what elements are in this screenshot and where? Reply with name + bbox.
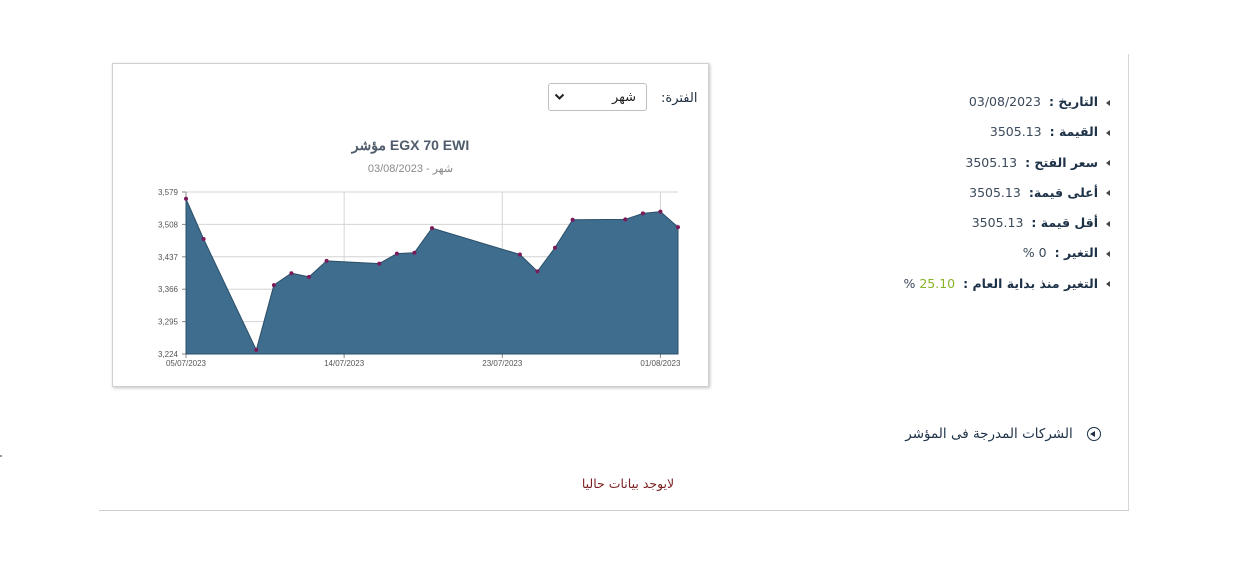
info-value: 03/08/2023 bbox=[968, 94, 1041, 109]
info-label: التغير منذ بداية العام : bbox=[963, 275, 1098, 291]
y-tick-label: 3,579 bbox=[158, 188, 179, 197]
frame-right-border bbox=[1128, 54, 1129, 510]
data-point bbox=[289, 271, 294, 276]
info-value: 0 bbox=[1038, 245, 1047, 261]
x-tick-label: 14/07/2023 bbox=[324, 359, 365, 368]
chart-area: 3,579 3,508 3,437 3,366 3,295 3,22405/07/2023… bbox=[158, 188, 681, 368]
bullet-icon bbox=[1106, 220, 1110, 227]
data-point bbox=[640, 211, 645, 216]
data-point bbox=[201, 237, 206, 241]
listed-companies-toggle[interactable]: الشركات المدرجة فى المؤشر bbox=[905, 426, 1101, 442]
y-tick-label: 3,508 bbox=[158, 220, 179, 229]
data-point bbox=[412, 250, 417, 255]
info-label: القيمة : bbox=[1049, 124, 1098, 140]
info-value: 3505.13 bbox=[969, 184, 1021, 200]
x-tick-label: 05/07/2023 bbox=[166, 359, 207, 368]
info-label: سعر الفتح : bbox=[1025, 154, 1098, 170]
y-tick-label: 3,366 bbox=[158, 285, 179, 294]
bullet-icon bbox=[1106, 129, 1110, 136]
info-row: أقل قيمة : 3505.13 bbox=[750, 209, 1110, 239]
y-tick-label: 3,224 bbox=[158, 350, 179, 359]
data-point bbox=[517, 252, 522, 257]
data-point bbox=[394, 251, 399, 256]
info-row: التغير : 0% bbox=[750, 239, 1110, 269]
info-row: القيمة : 3505.13 bbox=[750, 118, 1110, 148]
bullet-icon bbox=[1106, 281, 1110, 288]
empty-message: لايوجد بيانات حاليا bbox=[581, 476, 675, 491]
frame-bottom-border bbox=[99, 510, 1129, 511]
arrow-left-circle-icon bbox=[1087, 427, 1101, 441]
info-label: التغير : bbox=[1054, 245, 1098, 261]
data-point bbox=[535, 269, 540, 274]
data-point bbox=[307, 274, 311, 279]
data-point bbox=[676, 225, 680, 230]
info-value: 25.10 bbox=[919, 275, 956, 291]
data-point bbox=[271, 283, 276, 288]
bullet-icon bbox=[1106, 99, 1110, 106]
y-tick-label: 3,295 bbox=[158, 318, 179, 327]
series-area bbox=[185, 198, 679, 355]
data-point bbox=[553, 245, 557, 250]
data-point bbox=[377, 261, 382, 266]
data-point bbox=[184, 196, 188, 201]
edge-mark bbox=[0, 455, 2, 457]
info-label: التاريخ : bbox=[1048, 94, 1098, 109]
chart-card: الفترة: شهر مؤشر EGX 70 EWI شهر - 03/08/… bbox=[112, 63, 709, 387]
listed-companies-title: الشركات المدرجة فى المؤشر bbox=[905, 426, 1073, 442]
index-info-list: التاريخ :03/08/2023 القيمة :3505.13 سعر ال… bbox=[750, 88, 1110, 300]
info-row: أعلى قيمة: 3505.13 bbox=[750, 179, 1110, 209]
data-point bbox=[658, 209, 663, 214]
info-value: 3505.13 bbox=[971, 215, 1024, 231]
info-row: التغير منذ بداية العام : 25.10% bbox=[750, 270, 1110, 300]
data-point bbox=[623, 217, 628, 222]
info-row: التاريخ : 03/08/2023 bbox=[750, 88, 1110, 118]
bullet-icon bbox=[1106, 250, 1110, 257]
x-tick-label: 01/08/2023 bbox=[640, 359, 681, 368]
info-label: أعلى قيمة: bbox=[1028, 184, 1098, 200]
y-tick-label: 3,437 bbox=[158, 253, 179, 262]
info-value: 3505.13 bbox=[989, 124, 1042, 140]
data-point bbox=[430, 226, 434, 231]
data-point bbox=[570, 217, 575, 222]
info-suffix: % bbox=[903, 275, 916, 291]
data-point bbox=[254, 347, 259, 352]
x-tick-label: 23/07/2023 bbox=[482, 359, 523, 368]
info-suffix: % bbox=[1022, 245, 1035, 261]
info-row: سعر الفتح : 3505.13 bbox=[750, 149, 1110, 179]
bullet-icon bbox=[1106, 190, 1110, 197]
bullet-icon bbox=[1106, 160, 1110, 167]
info-label: أقل قيمة : bbox=[1031, 215, 1098, 231]
data-point bbox=[324, 258, 329, 263]
info-value: 3505.13 bbox=[965, 154, 1018, 170]
